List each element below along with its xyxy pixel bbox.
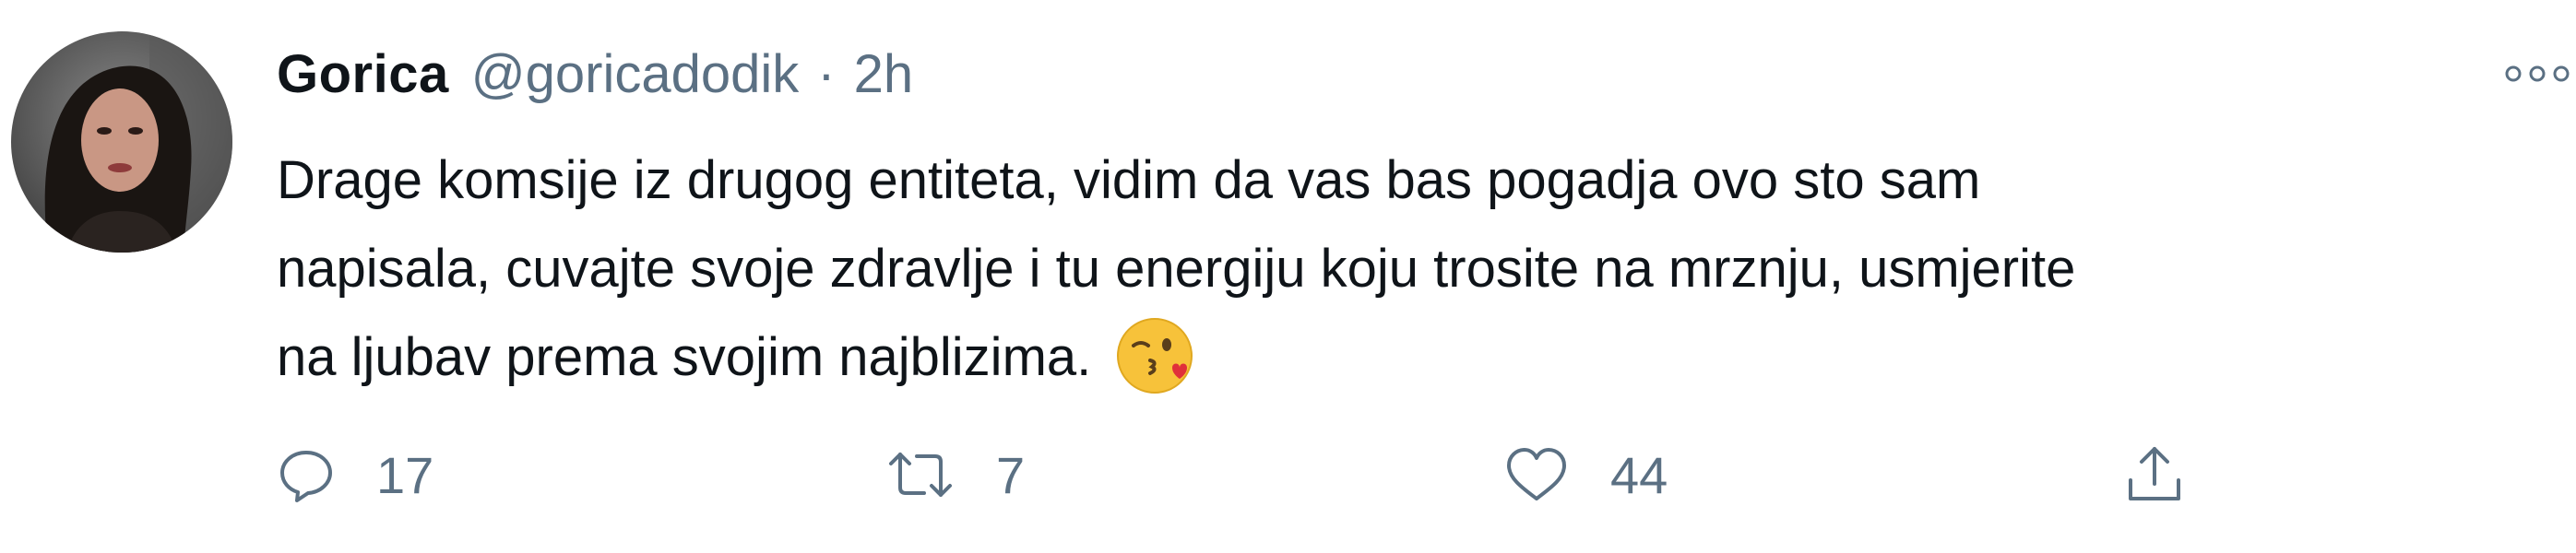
retweet-button[interactable]: 7: [885, 433, 1025, 516]
reply-count: 17: [376, 445, 434, 504]
header-separator: ·: [817, 43, 836, 104]
tweet-text: Drage komsije iz drugog entiteta, vidim …: [277, 136, 2555, 402]
tweet-text-line-content: na ljubav prema svojim najblizima.: [277, 327, 1092, 387]
more-options-button[interactable]: [2502, 63, 2576, 85]
share-icon: [2129, 447, 2180, 500]
retweet-icon: [889, 453, 952, 497]
reply-icon: [280, 451, 332, 502]
avatar[interactable]: [11, 31, 232, 253]
share-button[interactable]: [2121, 433, 2188, 516]
tweet[interactable]: Gorica @goricadodik · 2h Drage komsije i…: [0, 0, 2576, 553]
user-handle[interactable]: @goricadodik: [471, 43, 800, 105]
like-count: 44: [1610, 445, 1668, 504]
display-name[interactable]: Gorica: [277, 43, 449, 105]
reply-button[interactable]: 17: [277, 433, 433, 516]
retweet-count: 7: [996, 445, 1026, 504]
tweet-actions: 17 7 44: [277, 433, 2214, 516]
tweet-timestamp[interactable]: 2h: [854, 43, 914, 105]
tweet-header: Gorica @goricadodik · 2h: [277, 37, 913, 111]
like-button[interactable]: 44: [1503, 433, 1668, 516]
tweet-text-line: napisala, cuvajte svoje zdravlje i tu en…: [277, 239, 2076, 299]
more-options-icon: [2505, 65, 2570, 82]
face-blowing-a-kiss-icon: [1117, 317, 1193, 394]
tweet-text-line: na ljubav prema svojim najblizima.: [277, 313, 2555, 402]
avatar-image: [11, 31, 232, 253]
tweet-text-line: Drage komsije iz drugog entiteta, vidim …: [277, 150, 1981, 210]
heart-icon: [1507, 448, 1566, 500]
